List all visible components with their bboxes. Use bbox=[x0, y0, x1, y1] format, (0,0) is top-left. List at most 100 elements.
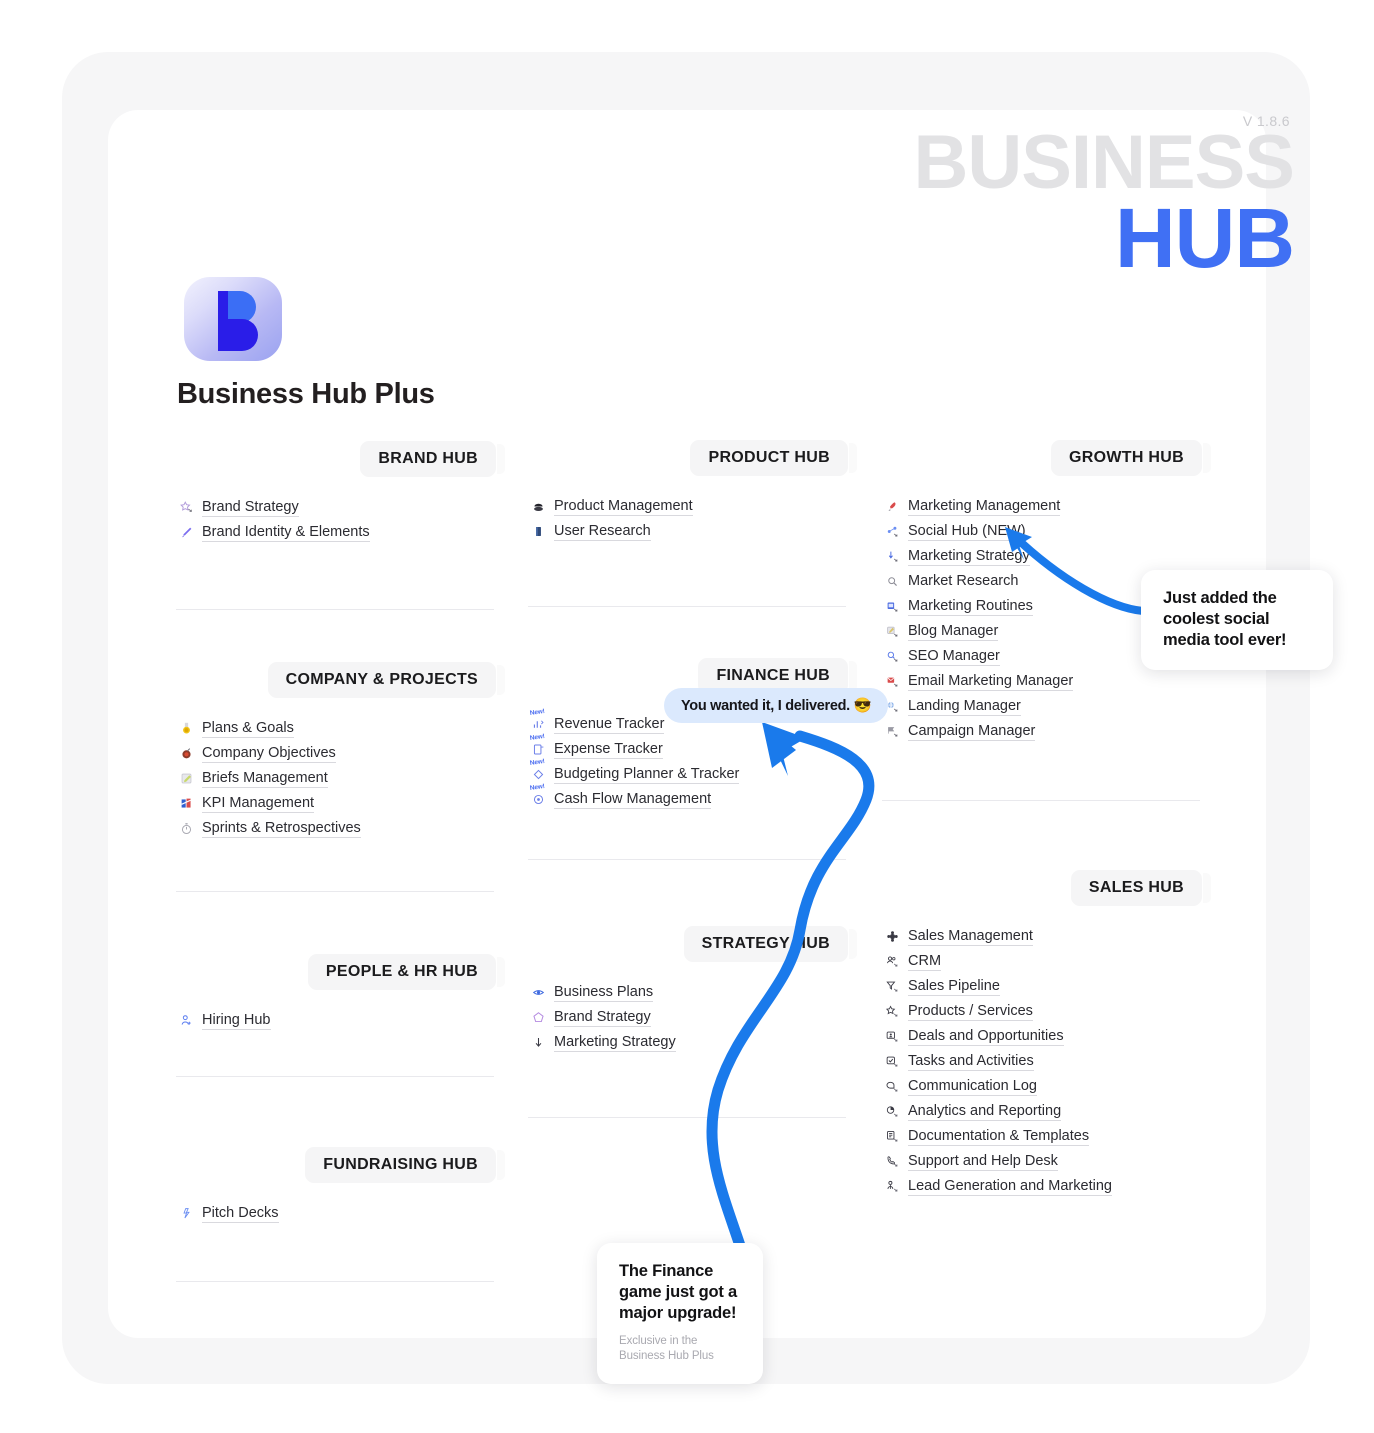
list-item[interactable]: Tasks and Activities bbox=[882, 1049, 1202, 1074]
list-item[interactable]: Products / Services bbox=[882, 999, 1202, 1024]
callout-title: The Finance game just got a major upgrad… bbox=[619, 1262, 738, 1322]
hub-header: PRODUCT HUB bbox=[528, 440, 857, 476]
list-item-label: Brand Strategy bbox=[554, 1008, 651, 1027]
list-item[interactable]: Sprints & Retrospectives bbox=[176, 816, 496, 841]
list-item[interactable]: Brand Strategy bbox=[176, 495, 496, 520]
list-item[interactable]: New! Cash Flow Management bbox=[528, 783, 848, 812]
hub-title-badge: GROWTH HUB bbox=[1051, 440, 1211, 476]
share-arrow-icon bbox=[882, 525, 902, 538]
person-arrow-icon bbox=[882, 1180, 902, 1193]
list-item-label: Analytics and Reporting bbox=[908, 1102, 1062, 1121]
list-item-label: Social Hub (NEW) bbox=[908, 522, 1026, 541]
list-item[interactable]: Landing Manager bbox=[882, 694, 1202, 719]
pie-chart-arrow-icon bbox=[882, 1105, 902, 1118]
new-badge: New! bbox=[529, 733, 546, 742]
list-item-label: Products / Services bbox=[908, 1002, 1033, 1021]
list-item[interactable]: Pitch Decks bbox=[176, 1201, 496, 1226]
list-item[interactable]: New! Budgeting Planner & Tracker bbox=[528, 758, 848, 787]
list-item[interactable]: Support and Help Desk bbox=[882, 1149, 1202, 1174]
list-item[interactable]: Plans & Goals bbox=[176, 716, 496, 741]
list-item[interactable]: Deals and Opportunities bbox=[882, 1024, 1202, 1049]
list-item[interactable]: Campaign Manager bbox=[882, 719, 1202, 744]
list-item[interactable]: Documentation & Templates bbox=[882, 1124, 1202, 1149]
callout-subtitle: Exclusive in the Business Hub Plus bbox=[619, 1335, 714, 1363]
list-item-label: Cash Flow Management bbox=[554, 790, 712, 809]
list-item[interactable]: Sales Management bbox=[882, 924, 1202, 949]
list-item[interactable]: Brand Identity & Elements bbox=[176, 520, 496, 545]
brand-wordmark-line2: HUB bbox=[1115, 190, 1295, 285]
person-plus-icon bbox=[176, 1014, 196, 1027]
list-item[interactable]: Product Management bbox=[528, 494, 848, 519]
list-item-label: Revenue Tracker bbox=[554, 715, 665, 734]
list-item-label: Brand Identity & Elements bbox=[202, 523, 370, 542]
trend-up-icon: New! bbox=[528, 708, 548, 731]
hub-brand: BRAND HUB Brand Strategy Brand Identity … bbox=[176, 441, 505, 610]
calendar-arrow-icon bbox=[882, 600, 902, 613]
list-item[interactable]: Marketing Strategy bbox=[528, 1030, 848, 1055]
list-item[interactable]: KPI Management bbox=[176, 791, 496, 816]
note-arrow-icon bbox=[882, 625, 902, 638]
new-badge: New! bbox=[529, 783, 546, 792]
mail-arrow-icon bbox=[882, 675, 902, 688]
section-divider bbox=[882, 800, 1200, 801]
section-divider bbox=[176, 609, 494, 610]
list-item[interactable]: Marketing Strategy bbox=[882, 544, 1202, 569]
download-arrow-icon bbox=[882, 550, 902, 563]
package-icon bbox=[528, 500, 548, 513]
list-item-label: Marketing Strategy bbox=[908, 547, 1030, 566]
list-item[interactable]: Sales Pipeline bbox=[882, 974, 1202, 999]
list-item-label: Lead Generation and Marketing bbox=[908, 1177, 1112, 1196]
hub-header: SALES HUB bbox=[882, 870, 1212, 906]
list-item-label: Company Objectives bbox=[202, 744, 336, 763]
list-item[interactable]: Brand Strategy bbox=[528, 1005, 848, 1030]
brand-wordmark-line1: BUSINESS bbox=[913, 120, 1295, 205]
target-icon bbox=[176, 747, 196, 760]
rocket-icon bbox=[882, 500, 902, 513]
list-item-label: Support and Help Desk bbox=[908, 1152, 1058, 1171]
hub-title-badge: SALES HUB bbox=[1070, 870, 1212, 906]
list-item[interactable]: Communication Log bbox=[882, 1074, 1202, 1099]
list-item[interactable]: Company Objectives bbox=[176, 741, 496, 766]
list-item[interactable]: Hiring Hub bbox=[176, 1008, 496, 1033]
list-item-label: Sprints & Retrospectives bbox=[202, 819, 361, 838]
list-item[interactable]: Email Marketing Manager bbox=[882, 669, 1202, 694]
hub-item-list: Business Plans Brand Strategy Marketing … bbox=[528, 980, 848, 1055]
eye-icon bbox=[528, 986, 548, 999]
list-item-label: Campaign Manager bbox=[908, 722, 1036, 741]
section-divider bbox=[176, 1076, 494, 1077]
hub-sales: SALES HUB Sales Management CRM Sales Pip… bbox=[882, 870, 1212, 1199]
list-item-label: Sales Management bbox=[908, 927, 1033, 946]
callout-finance: The Finance game just got a major upgrad… bbox=[597, 1243, 763, 1384]
spark-arrow-icon bbox=[176, 1207, 196, 1220]
list-item-label: CRM bbox=[908, 952, 942, 971]
flag-arrow-icon bbox=[882, 725, 902, 738]
hub-product: PRODUCT HUB Product Management User Rese… bbox=[528, 440, 857, 607]
page-root: V 1.8.6 BUSINESS HUB Business Hub Plus B… bbox=[0, 0, 1374, 1433]
list-item[interactable]: Analytics and Reporting bbox=[882, 1099, 1202, 1124]
brand-wordmark: BUSINESS HUB bbox=[913, 120, 1295, 285]
hub-header: COMPANY & PROJECTS bbox=[176, 662, 506, 698]
hub-header: PEOPLE & HR HUB bbox=[176, 954, 506, 990]
hub-company-projects: COMPANY & PROJECTS Plans & Goals Company… bbox=[176, 662, 506, 892]
list-item[interactable]: Marketing Management bbox=[882, 494, 1202, 519]
coin-icon: New! bbox=[528, 783, 548, 806]
list-item-label: Tasks and Activities bbox=[908, 1052, 1034, 1071]
list-item-label: Budgeting Planner & Tracker bbox=[554, 765, 740, 784]
list-item-label: Market Research bbox=[908, 573, 1019, 589]
page-title: Business Hub Plus bbox=[177, 378, 435, 410]
hub-item-list: Product Management User Research bbox=[528, 494, 848, 544]
list-item[interactable]: Lead Generation and Marketing bbox=[882, 1174, 1202, 1199]
check-square-arrow-icon bbox=[882, 1055, 902, 1068]
list-item[interactable]: Briefs Management bbox=[176, 766, 496, 791]
hub-item-list: Pitch Decks bbox=[176, 1201, 496, 1226]
arrow-down-icon bbox=[528, 1036, 548, 1049]
list-item[interactable]: New! Expense Tracker bbox=[528, 733, 848, 762]
section-divider bbox=[528, 1117, 846, 1118]
list-item[interactable]: User Research bbox=[528, 519, 848, 544]
list-item[interactable]: Social Hub (NEW) bbox=[882, 519, 1202, 544]
list-item[interactable]: Business Plans bbox=[528, 980, 848, 1005]
list-item[interactable]: CRM bbox=[882, 949, 1202, 974]
hub-title-badge: PEOPLE & HR HUB bbox=[307, 954, 506, 990]
diamond-icon: New! bbox=[528, 758, 548, 781]
section-divider bbox=[528, 859, 846, 860]
